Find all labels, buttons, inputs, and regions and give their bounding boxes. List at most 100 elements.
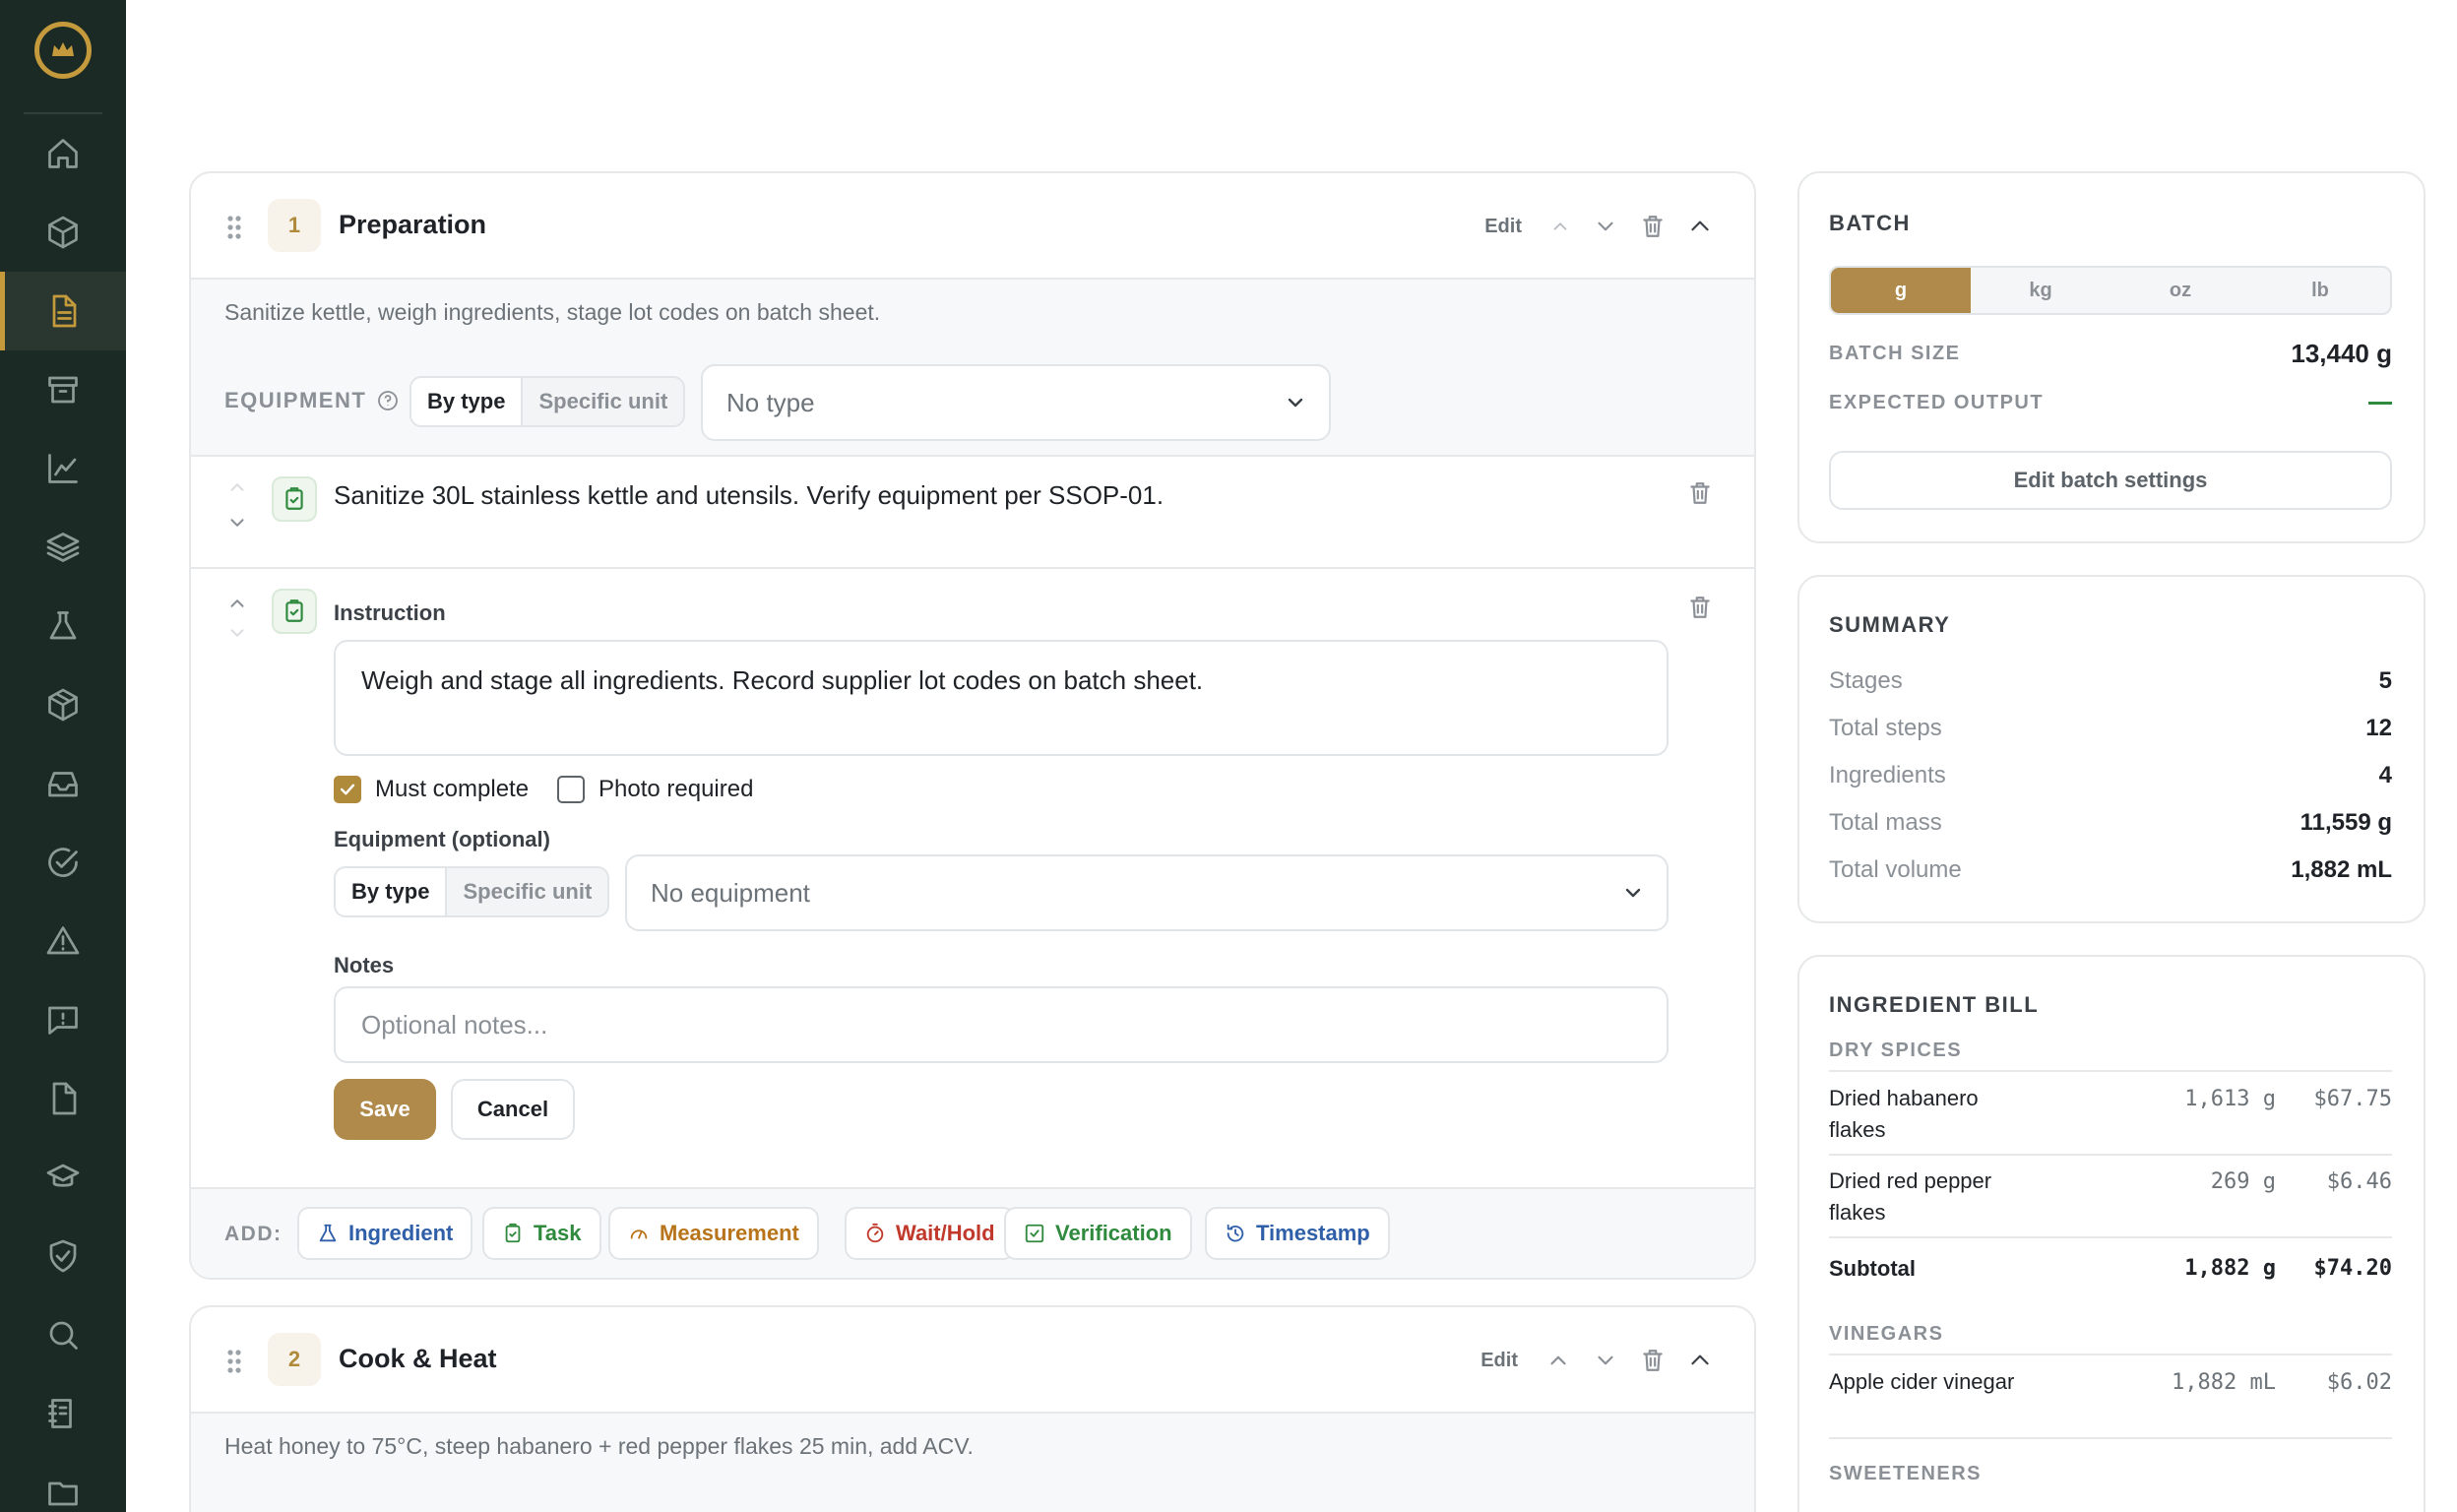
equipment-type-select[interactable]: No type — [701, 364, 1331, 441]
batch-size-label: BATCH SIZE — [1829, 343, 1961, 364]
notes-placeholder: Optional notes... — [361, 1009, 548, 1040]
mode-by-type[interactable]: By type — [411, 378, 524, 425]
ingredient-qty: 1,613 g — [2184, 1087, 2276, 1111]
drag-handle-icon[interactable] — [226, 1349, 242, 1374]
nav-warning-icon[interactable] — [0, 902, 126, 980]
nav-graduation-icon[interactable] — [0, 1138, 126, 1217]
collapse-icon[interactable] — [1687, 1348, 1713, 1373]
must-complete-label: Must complete — [375, 776, 530, 802]
move-up-icon[interactable] — [1549, 216, 1571, 237]
unit-oz[interactable]: oz — [2110, 268, 2250, 313]
stage-header: 1 Preparation Edit — [191, 173, 1754, 278]
subtotal-qty: 1,882 g — [2184, 1256, 2276, 1281]
mode-specific-unit[interactable]: Specific unit — [523, 378, 683, 425]
nav-folder-icon[interactable] — [0, 1453, 126, 1512]
stage-edit-button[interactable]: Edit — [1484, 216, 1522, 238]
add-label: ADD: — [224, 1223, 283, 1245]
step-row: Sanitize 30L stainless kettle and utensi… — [191, 455, 1754, 567]
nav-ledger-icon[interactable] — [0, 1374, 126, 1453]
ingredient-row[interactable]: Dried habanero flakes 1,613 g $67.75 — [1829, 1073, 2392, 1156]
step-up-icon[interactable] — [226, 593, 248, 614]
nav-chart-icon[interactable] — [0, 429, 126, 508]
sidebar — [0, 0, 126, 1512]
delete-step-icon[interactable] — [1687, 595, 1713, 620]
summary-value: 11,559 g — [2300, 809, 2392, 836]
step-reorder — [226, 476, 248, 534]
stage-number: 2 — [268, 1333, 321, 1386]
timer-icon — [866, 1223, 884, 1243]
nav-feedback-icon[interactable] — [0, 980, 126, 1059]
logo-crown-icon[interactable] — [34, 22, 92, 79]
nav-package-icon[interactable] — [0, 665, 126, 744]
nav-search-icon[interactable] — [0, 1295, 126, 1374]
nav-check-circle-icon[interactable] — [0, 823, 126, 902]
nav-flask-icon[interactable] — [0, 587, 126, 665]
step-up-icon[interactable] — [226, 476, 248, 498]
nav-recipes-icon[interactable] — [0, 272, 126, 350]
step-text[interactable]: Sanitize 30L stainless kettle and utensi… — [334, 480, 1164, 511]
delete-stage-icon[interactable] — [1640, 1348, 1666, 1373]
delete-step-icon[interactable] — [1687, 480, 1713, 506]
stage-description: Heat honey to 75°C, steep habanero + red… — [224, 1433, 974, 1459]
delete-stage-icon[interactable] — [1640, 214, 1666, 239]
move-up-icon[interactable] — [1545, 1348, 1571, 1373]
move-down-icon[interactable] — [1593, 1348, 1618, 1373]
summary-label: Total steps — [1829, 715, 1942, 741]
add-wait-hold-button[interactable]: Wait/Hold — [845, 1207, 1015, 1260]
save-button[interactable]: Save — [334, 1079, 436, 1140]
equipment-mode-toggle: By type Specific unit — [410, 376, 686, 427]
add-task-button[interactable]: Task — [482, 1207, 601, 1260]
ingredient-qty: 269 g — [2210, 1169, 2276, 1194]
mode-by-type[interactable]: By type — [336, 868, 448, 915]
unit-g[interactable]: g — [1831, 268, 1971, 313]
nav-layers-icon[interactable] — [0, 508, 126, 587]
ingredient-name: Apple cider vinegar — [1829, 1369, 2015, 1394]
nav-home-icon[interactable] — [0, 114, 126, 193]
add-task-label: Task — [534, 1221, 582, 1245]
equipment-optional-label: Equipment (optional) — [334, 827, 550, 851]
edit-batch-settings-button[interactable]: Edit batch settings — [1829, 451, 2392, 510]
chevron-down-icon — [1625, 888, 1641, 898]
unit-kg[interactable]: kg — [1971, 268, 2110, 313]
notes-input[interactable]: Optional notes... — [334, 986, 1669, 1063]
checkbox-checked[interactable] — [334, 776, 361, 803]
check-square-icon — [1025, 1224, 1044, 1243]
move-down-icon[interactable] — [1593, 214, 1618, 239]
ingredient-qty: 1,882 mL — [2172, 1370, 2276, 1395]
instruction-textarea[interactable]: Weigh and stage all ingredients. Record … — [334, 640, 1669, 756]
add-verification-label: Verification — [1055, 1221, 1172, 1245]
stage-edit-button[interactable]: Edit — [1480, 1350, 1518, 1372]
cancel-button[interactable]: Cancel — [451, 1079, 575, 1140]
clipboard-icon — [505, 1223, 521, 1243]
nav-archive-icon[interactable] — [0, 350, 126, 429]
step-equipment-select[interactable]: No equipment — [625, 854, 1669, 931]
mode-specific-unit[interactable]: Specific unit — [447, 868, 607, 915]
checkbox-unchecked[interactable] — [557, 776, 585, 803]
category-vinegars: VINEGARS — [1829, 1323, 2392, 1355]
unit-lb[interactable]: lb — [2250, 268, 2390, 313]
ingredient-bill-title: INGREDIENT BILL — [1829, 992, 2040, 1017]
collapse-icon[interactable] — [1687, 214, 1713, 239]
photo-required-checkbox[interactable]: Photo required — [557, 776, 753, 803]
nav-inbox-icon[interactable] — [0, 744, 126, 823]
step-down-icon[interactable] — [226, 512, 248, 534]
drag-handle-icon[interactable] — [226, 215, 242, 240]
ingredient-row[interactable]: Dried red pepper flakes 269 g $6.46 — [1829, 1156, 2392, 1238]
add-ingredient-button[interactable]: Ingredient — [297, 1207, 473, 1260]
stage-description: Sanitize kettle, weigh ingredients, stag… — [224, 299, 881, 325]
ingredient-row[interactable]: Apple cider vinegar 1,882 mL $6.02 — [1829, 1356, 2392, 1439]
step-equipment-mode-toggle: By type Specific unit — [334, 866, 610, 917]
must-complete-checkbox[interactable]: Must complete — [334, 776, 529, 803]
nav-file-icon[interactable] — [0, 1059, 126, 1138]
add-verification-button[interactable]: Verification — [1004, 1207, 1192, 1260]
help-icon[interactable] — [376, 389, 400, 412]
photo-required-label: Photo required — [598, 776, 754, 802]
summary-value: 12 — [2365, 715, 2392, 741]
equipment-label: EQUIPMENT — [224, 388, 400, 413]
step-down-icon[interactable] — [226, 622, 248, 644]
nav-box-icon[interactable] — [0, 193, 126, 272]
step-type-label: Instruction — [334, 600, 446, 625]
add-measurement-button[interactable]: Measurement — [608, 1207, 819, 1260]
add-timestamp-button[interactable]: Timestamp — [1205, 1207, 1390, 1260]
nav-shield-icon[interactable] — [0, 1217, 126, 1295]
